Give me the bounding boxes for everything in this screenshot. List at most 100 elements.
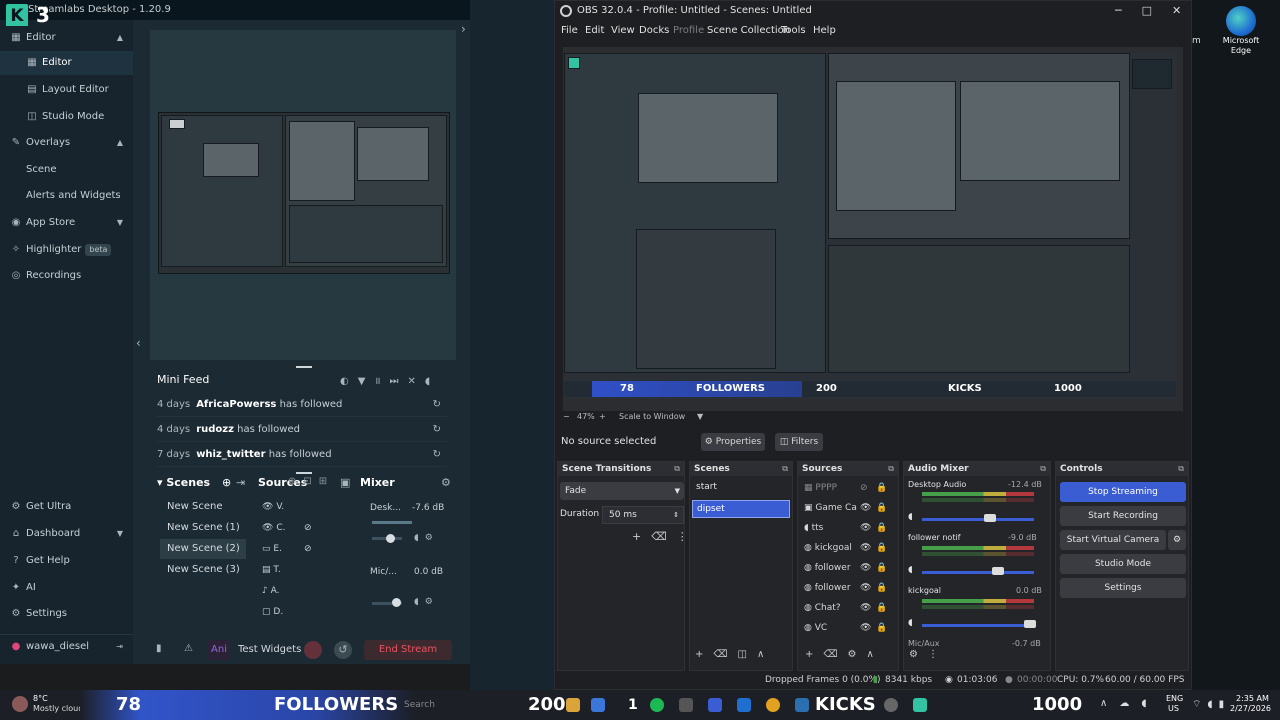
add-scene-icon[interactable]: ⊕ [222,476,231,489]
app-icon[interactable] [679,698,693,712]
lock-icon[interactable]: 🔒 [876,598,887,618]
lock-icon[interactable]: ⊘ [304,518,312,538]
menu-docks[interactable]: Docks [639,21,669,41]
collapse-left-icon[interactable]: ‹ [136,336,141,350]
source-row[interactable]: ◍ Chat? 👁 🔒 [804,598,896,618]
text-icon[interactable]: ▤ [262,565,271,575]
scenes-toolbar[interactable]: +⌫◫∧ [695,649,774,660]
menu-file[interactable]: File [561,21,578,41]
region[interactable]: US [1168,704,1179,713]
clock-date[interactable]: 2/27/2026 [1230,704,1271,713]
nav-highlighter[interactable]: ✧ Highlighter beta [0,238,133,262]
lock-icon[interactable]: 🔒 [876,578,887,598]
source-row[interactable]: ◍ VC 👁 🔒 [804,618,896,638]
volume-icon[interactable]: ◖ [908,512,913,522]
scene-item[interactable]: start [696,482,717,492]
collapse-right-icon[interactable]: › [461,22,466,36]
streamlabs-taskbar-icon[interactable] [913,698,927,712]
source-item[interactable]: ▤ T. [262,560,342,580]
scale-mode-select[interactable]: Scale to Window [619,412,685,421]
eye-icon[interactable]: 👁 [860,538,871,558]
app-icon[interactable] [591,698,605,712]
source-row[interactable]: ◖ tts 👁 🔒 [804,518,896,538]
volume-knob[interactable] [992,567,1004,575]
eye-icon[interactable]: 👁 [860,558,871,578]
source-row[interactable]: ▦ PPPP ⊘ 🔒 [804,478,896,498]
menu-scene-collection[interactable]: Scene Collection [707,21,790,41]
source-item[interactable]: ▭ E. ⊘ [262,539,342,559]
edge-label[interactable]: Microsoft Edge [1218,36,1264,56]
monitor-icon[interactable]: ▭ [262,544,271,554]
nav-editor-sub[interactable]: ▦ Editor [0,51,133,75]
clock-time[interactable]: 2:35 AM [1236,694,1269,703]
volume-knob[interactable] [1024,620,1036,628]
filters-button[interactable]: ◫ Filters [775,433,823,451]
zoom-in-icon[interactable]: + [599,412,606,421]
folder-icon[interactable]: ▣ [340,476,350,489]
transition-icon[interactable]: ⇥ [236,476,245,489]
chevron-down-icon[interactable]: ▼ [697,412,703,421]
studio-mode-button[interactable]: Studio Mode [1060,554,1186,574]
search-box[interactable]: Search [404,700,435,710]
volume-slider[interactable] [922,518,1034,521]
spotify-icon[interactable] [650,698,664,712]
rec-button[interactable] [304,641,322,659]
undock-icon[interactable]: ⧉ [1040,462,1046,476]
nav-settings[interactable]: ⚙ Settings [0,602,133,626]
streamlabs-preview-display[interactable] [158,112,450,274]
obs-taskbar-icon[interactable] [884,698,898,712]
lock-icon[interactable]: 🔒 [876,538,887,558]
scene-item-selected[interactable]: dipset [692,500,790,518]
start-recording-button[interactable]: Start Recording [1060,506,1186,526]
volume-icon[interactable]: ◖ [908,618,913,628]
lock-icon[interactable]: 🔒 [876,618,887,638]
start-virtual-camera-button[interactable]: Start Virtual Camera [1060,530,1166,550]
end-stream-button[interactable]: End Stream [364,640,452,660]
source-row[interactable]: ◍ kickgoal 👁 🔒 [804,538,896,558]
volume-knob[interactable] [386,534,395,543]
source-item[interactable]: ♪ A. [262,581,342,601]
mixer-toolbar[interactable]: ⚙⋮ [909,649,948,660]
display-icon[interactable]: ▢ [262,607,271,617]
menu-tools[interactable]: Tools [781,21,806,41]
volume-knob[interactable] [984,514,996,522]
properties-button[interactable]: ⚙ Properties [701,433,765,451]
nav-layout-editor[interactable]: ▤ Layout Editor [0,78,133,102]
volume-slider[interactable] [922,571,1034,574]
volume-slider[interactable] [922,624,1034,627]
stats-icon[interactable]: ▮ [156,643,162,654]
replay-buffer-icon[interactable]: ↺ [334,641,352,659]
eye-icon[interactable]: 👁 [860,618,871,638]
undock-icon[interactable]: ⧉ [782,462,788,476]
nav-editor[interactable]: ▦ Editor ▲ [0,26,133,50]
sources-toolbar[interactable]: +⌫⚙∧ [805,649,884,660]
source-item[interactable]: 👁 V. [262,497,342,517]
chrome-icon[interactable] [766,698,780,712]
shield-icon[interactable]: ◐ [340,376,358,387]
audio-icon[interactable]: ♪ [262,586,268,596]
undock-icon[interactable]: ⧉ [1178,462,1184,476]
volume-knob[interactable] [392,598,401,607]
settings-button[interactable]: Settings [1060,578,1186,598]
nav-recordings[interactable]: ◎ Recordings [0,264,133,288]
nav-app-store[interactable]: ◉ App Store ▼ [0,211,133,235]
nav-get-help[interactable]: ? Get Help [0,549,133,573]
replay-icon[interactable]: ↻ [433,393,441,417]
menu-help[interactable]: Help [813,21,836,41]
skip-icon[interactable]: ⏭ [389,376,407,387]
source-item[interactable]: ▢ D. [262,602,342,622]
scene-item[interactable]: New Scene (3) [160,560,246,580]
eye-icon[interactable]: 👁 [262,523,273,533]
nav-ai[interactable]: ✦ AI [0,576,133,600]
source-row[interactable]: ▣ Game Ca 👁 🔒 [804,498,896,518]
lock-icon[interactable]: 🔒 [876,498,887,518]
scene-item[interactable]: New Scene (1) [160,518,246,538]
resize-handle[interactable] [296,366,312,368]
eye-icon[interactable]: 👁 [860,498,871,518]
transition-actions[interactable]: +⌫⋮ [632,530,698,543]
nav-studio-mode[interactable]: ◫ Studio Mode [0,105,133,129]
duration-input[interactable]: 50 ms ⇕ [602,506,684,524]
file-explorer-icon[interactable] [566,698,580,712]
obs-preview-canvas[interactable]: 78 FOLLOWERS 200 KICKS 1000 [564,53,1176,399]
scene-item[interactable]: New Scene [160,497,246,517]
